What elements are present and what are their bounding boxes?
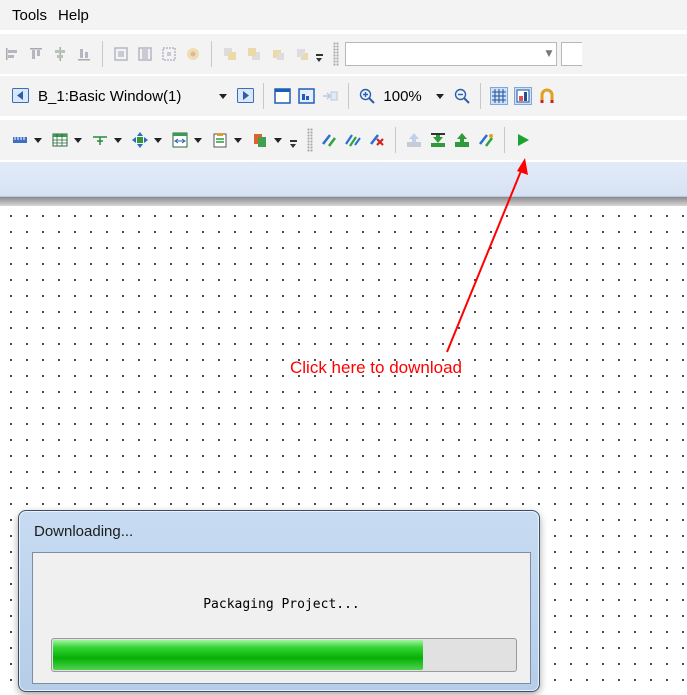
chevron-down-icon[interactable] — [219, 93, 228, 99]
progress-bar — [51, 638, 517, 672]
align-left-icon[interactable] — [4, 46, 20, 62]
chevron-down-icon[interactable] — [274, 137, 282, 143]
font-combo[interactable]: ▼ — [345, 42, 557, 66]
grid-icon[interactable] — [489, 87, 508, 105]
chevron-down-icon[interactable]: ▼ — [542, 44, 556, 64]
toolbar-grip[interactable] — [307, 128, 313, 152]
move-icon[interactable] — [132, 132, 148, 148]
nav-prev-window-icon[interactable] — [12, 88, 29, 104]
toolbar-separator — [348, 83, 350, 109]
bring-front-icon[interactable] — [222, 46, 238, 62]
chevron-down-icon[interactable] — [114, 137, 122, 143]
align-top-icon[interactable] — [28, 46, 44, 62]
data-display-icon[interactable] — [172, 132, 188, 148]
toolbar-separator — [102, 41, 103, 67]
simulation-icon[interactable] — [478, 132, 494, 148]
run-simulation-icon[interactable] — [515, 132, 531, 148]
io-point-icon[interactable] — [92, 132, 108, 148]
canvas-top-border — [0, 197, 687, 206]
download-dialog: Downloading... Packaging Project... — [18, 510, 540, 692]
toolbar-align: ▼ — [0, 34, 687, 74]
same-size-icon[interactable] — [161, 46, 177, 62]
window-properties-icon[interactable] — [298, 88, 316, 104]
window-selector-label: B_1:Basic Window(1) — [38, 87, 182, 105]
toolbar-overflow-button[interactable] — [290, 136, 297, 150]
toolbar-separator — [395, 127, 396, 153]
align-bottom-icon[interactable] — [76, 46, 92, 62]
table-icon[interactable] — [52, 132, 68, 148]
zoom-out-icon[interactable] — [454, 88, 470, 104]
send-backward-icon[interactable] — [294, 46, 310, 62]
chevron-down-icon[interactable] — [34, 137, 42, 143]
magnet-icon[interactable] — [539, 88, 555, 104]
dialog-title: Downloading... — [34, 523, 134, 540]
compile-icon[interactable] — [321, 132, 337, 148]
upload-disabled-icon — [406, 132, 422, 148]
wizard-icon[interactable] — [185, 46, 201, 62]
progress-bar-fill — [53, 640, 423, 670]
ruler-icon[interactable] — [12, 132, 28, 148]
chevron-down-icon[interactable] — [234, 137, 242, 143]
app-window: Tools Help ▼ B_1:Basic Window(1) 100% Cl… — [0, 0, 687, 695]
chevron-down-icon[interactable] — [435, 93, 444, 99]
chevron-down-icon[interactable] — [194, 137, 202, 143]
toolbar-objects — [0, 120, 687, 160]
bring-forward-icon[interactable] — [270, 46, 286, 62]
zoom-value[interactable]: 100% — [383, 88, 421, 105]
window-tab-strip — [0, 162, 687, 197]
toolbar-separator — [479, 83, 481, 109]
nav-next-window-icon[interactable] — [237, 88, 255, 104]
download-icon[interactable] — [430, 132, 446, 148]
compile-all-icon[interactable] — [345, 132, 361, 148]
toolbar-separator — [504, 127, 505, 153]
same-height-icon[interactable] — [137, 46, 153, 62]
toolbar-separator — [211, 41, 212, 67]
dialog-message: Packaging Project... — [203, 597, 360, 612]
menu-bar: Tools Help — [0, 0, 687, 30]
menu-tools[interactable]: Tools — [0, 7, 54, 24]
toolbar-grip[interactable] — [333, 42, 339, 66]
library-icon[interactable] — [252, 132, 268, 148]
cancel-compile-icon[interactable] — [369, 132, 385, 148]
window-link-icon[interactable] — [322, 88, 338, 104]
toolbar-window: B_1:Basic Window(1) 100% — [0, 76, 687, 116]
window-frame-icon[interactable] — [274, 88, 292, 104]
zoom-in-icon[interactable] — [359, 88, 376, 104]
snap-icon[interactable] — [513, 87, 532, 105]
toolbar-overflow-button[interactable] — [316, 50, 323, 64]
same-width-icon[interactable] — [113, 46, 129, 62]
upload-icon[interactable] — [454, 132, 470, 148]
chevron-down-icon[interactable] — [74, 137, 82, 143]
chevron-down-icon[interactable] — [154, 137, 162, 143]
clipboard-icon[interactable] — [212, 132, 228, 148]
toolbar-separator — [263, 83, 265, 109]
window-selector[interactable]: B_1:Basic Window(1) — [32, 85, 233, 107]
align-center-icon[interactable] — [52, 46, 68, 62]
send-back-icon[interactable] — [246, 46, 262, 62]
dialog-body: Packaging Project... — [32, 552, 531, 684]
annotation-text: Click here to download — [290, 358, 462, 377]
font-size-combo[interactable] — [561, 42, 582, 66]
menu-help[interactable]: Help — [54, 7, 96, 24]
